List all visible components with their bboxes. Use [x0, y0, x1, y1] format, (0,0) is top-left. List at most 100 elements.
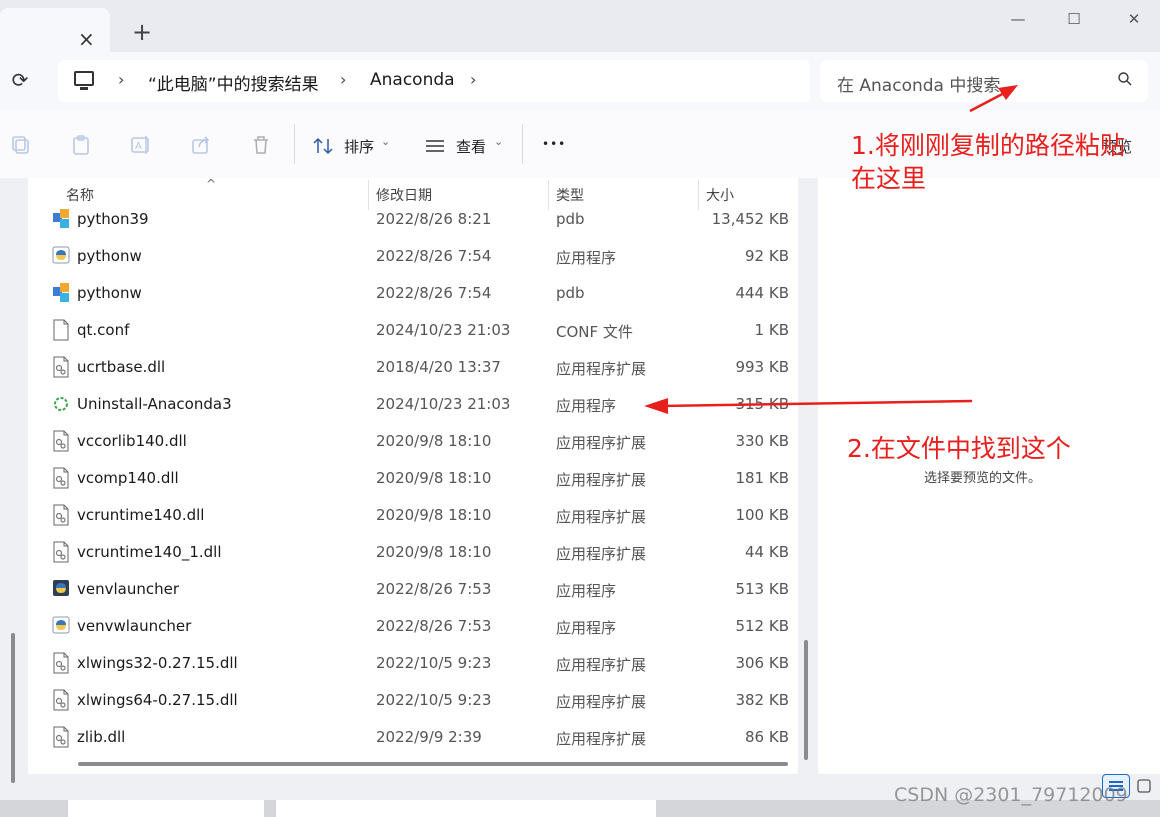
paste-icon[interactable] [70, 134, 92, 156]
refresh-icon[interactable]: ⟳ [8, 68, 32, 92]
tiles-view-icon[interactable] [1136, 778, 1152, 794]
address-bar[interactable]: › “此电脑”中的搜索结果 › Anaconda › [58, 60, 810, 102]
share-icon[interactable] [190, 134, 212, 156]
breadcrumb-separator-icon[interactable]: › [118, 70, 124, 89]
file-size: 993 KB [735, 358, 789, 376]
file-size: 306 KB [735, 654, 789, 672]
file-size: 44 KB [745, 543, 789, 561]
file-modified-date: 2022/8/26 7:53 [376, 617, 492, 635]
vertical-scrollbar[interactable] [804, 640, 808, 760]
rename-icon[interactable]: A [130, 134, 152, 156]
this-pc-icon[interactable] [74, 71, 94, 90]
background-document [68, 800, 264, 817]
sort-icon [313, 137, 333, 155]
file-modified-date: 2024/10/23 21:03 [376, 395, 511, 413]
file-name: zlib.dll [77, 728, 126, 746]
preview-pane: 选择要预览的文件。 [818, 178, 1160, 774]
file-type: 应用程序扩展 [556, 434, 647, 452]
delete-icon[interactable] [250, 134, 272, 156]
file-name: xlwings64-0.27.15.dll [77, 691, 238, 709]
file-modified-date: 2022/8/26 7:53 [376, 580, 492, 598]
file-row[interactable]: vccorlib140.dll 2020/9/8 18:10 应用程序扩展 330 K… [28, 423, 798, 460]
window-close-icon[interactable]: ✕ [1114, 6, 1154, 32]
file-modified-date: 2022/10/5 9:23 [376, 654, 492, 672]
view-icon [426, 140, 444, 152]
more-options-icon[interactable]: ••• [542, 137, 566, 161]
file-modified-date: 2022/9/9 2:39 [376, 728, 482, 746]
annotation-step2: 2.在文件中找到这个 [847, 434, 1071, 463]
file-modified-date: 2020/9/8 18:10 [376, 432, 492, 450]
breadcrumb-separator-icon[interactable]: › [340, 70, 346, 89]
file-row[interactable]: pythonw 2022/8/26 7:54 应用程序 92 KB [28, 238, 798, 275]
maximize-icon[interactable]: ☐ [1054, 6, 1094, 32]
file-type: pdb [556, 284, 585, 302]
explorer-tab[interactable]: × [0, 8, 110, 52]
file-python-dark-icon [52, 578, 70, 600]
file-size: 92 KB [745, 247, 789, 265]
file-name: qt.conf [77, 321, 130, 339]
view-label: 查看 [456, 138, 487, 156]
file-dll-icon [52, 652, 70, 674]
file-row[interactable]: qt.conf 2024/10/23 21:03 CONF 文件 1 KB [28, 312, 798, 349]
file-row[interactable]: venvlauncher 2022/8/26 7:53 应用程序 513 KB [28, 571, 798, 608]
file-modified-date: 2018/4/20 13:37 [376, 358, 501, 376]
breadcrumb-anaconda[interactable]: Anaconda [370, 70, 455, 90]
search-icon[interactable] [1118, 72, 1132, 86]
file-name: xlwings32-0.27.15.dll [77, 654, 238, 672]
file-dll-icon [52, 430, 70, 452]
file-row[interactable]: python39 2022/8/26 8:21 pdb 13,452 KB [28, 201, 798, 238]
file-name: pythonw [77, 284, 142, 302]
new-tab-icon[interactable]: + [132, 18, 152, 46]
sort-ascending-icon: ^ [206, 178, 217, 191]
file-row[interactable]: venvwlauncher 2022/8/26 7:53 应用程序 512 KB [28, 608, 798, 645]
copy-icon[interactable] [10, 134, 32, 156]
file-type: 应用程序扩展 [556, 693, 647, 711]
file-type: 应用程序 [556, 249, 617, 267]
file-size: 444 KB [735, 284, 789, 302]
file-list: 名称 ^ 修改日期 类型 大小 python39 2022/8/26 8:21 pd… [28, 178, 798, 774]
file-size: 382 KB [735, 691, 789, 709]
file-name: pythonw [77, 247, 142, 265]
file-type: 应用程序 [556, 397, 617, 415]
file-pdb-icon [52, 282, 70, 304]
file-dll-icon [52, 467, 70, 489]
file-name: venvwlauncher [77, 617, 192, 635]
file-dll-icon [52, 356, 70, 378]
file-row[interactable]: vcruntime140.dll 2020/9/8 18:10 应用程序扩展 100 … [28, 497, 798, 534]
nav-pane-scrollbar[interactable] [11, 633, 15, 783]
file-size: 315 KB [735, 395, 789, 413]
file-row[interactable]: vcruntime140_1.dll 2020/9/8 18:10 应用程序扩展 44… [28, 534, 798, 571]
file-modified-date: 2022/8/26 7:54 [376, 284, 492, 302]
file-row[interactable]: vcomp140.dll 2020/9/8 18:10 应用程序扩展 181 KB [28, 460, 798, 497]
address-row: ⟳ › “此电脑”中的搜索结果 › Anaconda › 在 Anaconda … [0, 52, 1160, 110]
search-input[interactable]: 在 Anaconda 中搜索 [820, 60, 1148, 102]
file-python-exe-icon [52, 615, 70, 637]
file-size: 512 KB [735, 617, 789, 635]
file-row[interactable]: xlwings64-0.27.15.dll 2022/10/5 9:23 应用程序扩… [28, 682, 798, 719]
file-row[interactable]: pythonw 2022/8/26 7:54 pdb 444 KB [28, 275, 798, 312]
file-row[interactable]: xlwings32-0.27.15.dll 2022/10/5 9:23 应用程序扩… [28, 645, 798, 682]
file-dll-icon [52, 726, 70, 748]
breadcrumb-search-results[interactable]: “此电脑”中的搜索结果 [148, 70, 319, 95]
file-row[interactable]: zlib.dll 2022/9/9 2:39 应用程序扩展 86 KB [28, 719, 798, 756]
tab-strip: × + — ☐ ✕ [0, 0, 1160, 52]
file-dll-icon [52, 504, 70, 526]
file-row[interactable]: Uninstall-Anaconda3 2024/10/23 21:03 应用程序 3… [28, 386, 798, 423]
file-size: 181 KB [735, 469, 789, 487]
file-type: CONF 文件 [556, 323, 633, 341]
file-name: python39 [77, 210, 149, 228]
view-button[interactable]: 查看 ⌄ [424, 134, 508, 158]
file-row[interactable]: ucrtbase.dll 2018/4/20 13:37 应用程序扩展 993 KB [28, 349, 798, 386]
breadcrumb-separator-icon[interactable]: › [470, 70, 476, 89]
annotation-step1-line1: 1.将刚刚复制的路径粘贴 [851, 131, 1125, 160]
file-modified-date: 2024/10/23 21:03 [376, 321, 511, 339]
horizontal-scrollbar[interactable] [78, 762, 788, 766]
file-type: 应用程序扩展 [556, 730, 647, 748]
minimize-icon[interactable]: — [998, 6, 1038, 32]
sort-label: 排序 [344, 138, 375, 156]
file-type: 应用程序扩展 [556, 471, 647, 489]
file-file-icon [52, 319, 70, 341]
file-type: 应用程序扩展 [556, 508, 647, 526]
sort-button[interactable]: 排序 ⌄ [312, 134, 396, 158]
tab-close-icon[interactable]: × [78, 26, 95, 52]
